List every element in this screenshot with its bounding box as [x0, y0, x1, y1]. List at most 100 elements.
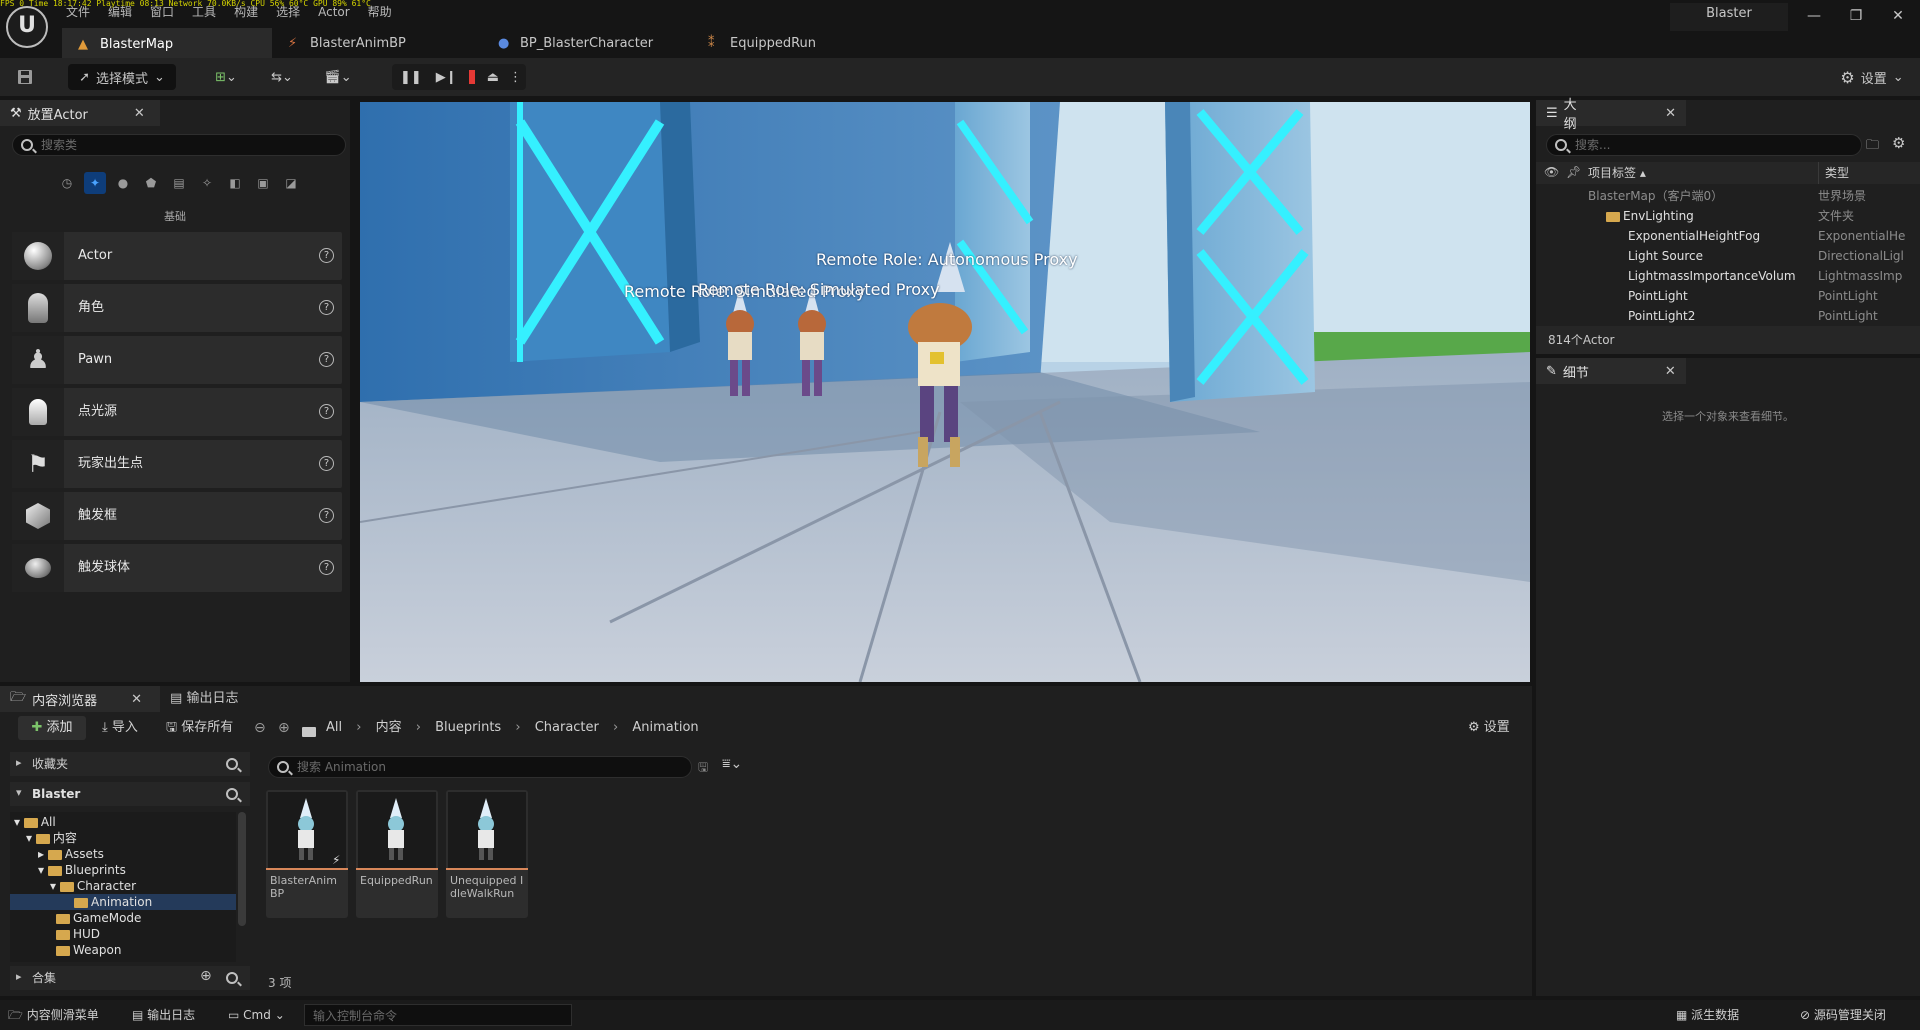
help-icon[interactable]: ? [319, 248, 334, 263]
console-input[interactable]: 输入控制台命令 [304, 1004, 572, 1026]
actor-item-player-start[interactable]: ⚑ 玩家出生点 ? [12, 440, 342, 488]
tree-gamemode[interactable]: GameMode [56, 910, 141, 926]
geometry-icon[interactable]: ◧ [224, 172, 246, 194]
asset-search-input[interactable]: 搜索 Animation [268, 756, 692, 778]
tree-assets[interactable]: ▸ Assets [38, 846, 104, 862]
derived-data-button[interactable]: ▦ 派生数据 [1676, 1004, 1739, 1026]
close-icon[interactable]: ✕ [131, 692, 142, 707]
outliner-row[interactable]: PointLight2 PointLight [1536, 306, 1920, 326]
visual-effects-icon[interactable]: ✧ [196, 172, 218, 194]
help-icon[interactable]: ? [319, 560, 334, 575]
class-search-input[interactable]: 搜索类 [12, 134, 346, 156]
tree-animation[interactable]: Animation [10, 894, 236, 910]
tab-outliner[interactable]: ☰ 大纲 ✕ [1536, 98, 1686, 132]
menu-tools[interactable]: 工具 [192, 4, 216, 20]
tree-weapon[interactable]: Weapon [56, 942, 121, 958]
settings-button[interactable]: ⚙ 设置 ⌄ [1832, 64, 1912, 90]
outliner-row[interactable]: Light Source DirectionalLigl [1536, 246, 1920, 266]
tree-scrollbar[interactable] [238, 812, 246, 926]
close-icon[interactable]: ✕ [1665, 106, 1676, 121]
tree-content[interactable]: ▾ 内容 [26, 830, 77, 846]
minimize-icon[interactable]: — [1794, 4, 1834, 28]
tab-bp-blastercharacter[interactable]: ● BP_BlasterCharacter [482, 28, 692, 58]
tab-details[interactable]: ✎ 细节 ✕ [1536, 358, 1686, 384]
help-icon[interactable]: ? [319, 404, 334, 419]
back-icon[interactable]: ⊖ [254, 718, 266, 738]
close-window-icon[interactable]: ✕ [1878, 4, 1918, 28]
column-type[interactable]: 类型 [1818, 162, 1849, 184]
restore-icon[interactable]: ❐ [1836, 4, 1876, 28]
collections-section[interactable]: ▸ 合集 ⊕ [10, 966, 250, 990]
menu-actor[interactable]: Actor [318, 4, 350, 20]
shapes-icon[interactable]: ⬟ [140, 172, 162, 194]
actor-item-pawn[interactable]: ♟ Pawn ? [12, 336, 342, 384]
add-folder-icon[interactable]: 🗀 [1866, 136, 1879, 158]
stop-icon[interactable] [468, 70, 475, 84]
pause-icon[interactable]: ❚❚ [400, 70, 422, 85]
menu-help[interactable]: 帮助 [368, 4, 392, 20]
outliner-row[interactable]: ExponentialHeightFog ExponentialHe [1536, 226, 1920, 246]
tree-character[interactable]: ▾ Character [50, 878, 136, 894]
menu-build[interactable]: 构建 [234, 4, 258, 20]
column-label[interactable]: 项目标签 ▴ [1588, 162, 1646, 184]
tab-place-actor[interactable]: ⚒ 放置Actor ✕ [0, 100, 160, 126]
tab-blastermap[interactable]: ▲ BlasterMap [62, 28, 272, 58]
import-button[interactable]: ⤓ 导入 [102, 718, 138, 738]
actor-item-trigger-box[interactable]: 触发框 ? [12, 492, 342, 540]
more-options-icon[interactable]: ⋮ [509, 70, 522, 85]
breadcrumb-animation[interactable]: Animation [632, 720, 698, 735]
outliner-row[interactable]: PointLight PointLight [1536, 286, 1920, 306]
asset-tile[interactable]: ⚡ BlasterAnim BP [266, 790, 348, 918]
menu-edit[interactable]: 编辑 [108, 4, 132, 20]
source-control-button[interactable]: ⊘ 源码管理关闭 [1800, 1004, 1886, 1026]
help-icon[interactable]: ? [319, 352, 334, 367]
favorites-section[interactable]: ▸ 收藏夹 [10, 752, 250, 776]
add-collection-icon[interactable]: ⊕ [200, 968, 212, 984]
level-viewport[interactable]: Remote Role: Autonomous Proxy Remote Rol… [360, 102, 1530, 682]
tree-all[interactable]: ▾ All [14, 814, 56, 830]
breadcrumb-all[interactable]: All [326, 720, 342, 735]
actor-item-point-light[interactable]: 点光源 ? [12, 388, 342, 436]
tab-blasteranimbp[interactable]: ⚡ BlasterAnimBP [272, 28, 482, 58]
outliner-search-input[interactable]: 搜索... [1546, 134, 1862, 156]
eject-icon[interactable]: ⏏ [487, 70, 499, 85]
breadcrumb-blueprints[interactable]: Blueprints [435, 720, 501, 735]
pin-icon[interactable]: 📌︎ [1566, 165, 1581, 179]
project-section[interactable]: ▾ Blaster [10, 782, 250, 806]
menu-file[interactable]: 文件 [66, 4, 90, 20]
frame-skip-icon[interactable]: ▶❙ [436, 70, 457, 85]
forward-icon[interactable]: ⊕ [278, 718, 290, 738]
add-content-button[interactable]: ⊞ ⌄ [206, 64, 246, 90]
actor-item-trigger-sphere[interactable]: 触发球体 ? [12, 544, 342, 592]
close-icon[interactable]: ✕ [1665, 364, 1676, 379]
select-mode-button[interactable]: ➚ 选择模式 ⌄ [68, 64, 176, 90]
all-classes-icon[interactable]: ◪ [280, 172, 302, 194]
visibility-icon[interactable]: 👁︎ [1544, 165, 1559, 179]
cinematics-button[interactable]: 🎬︎ ⌄ [318, 64, 358, 90]
filter-icon[interactable]: ⩸⌄ [722, 756, 742, 772]
outliner-row[interactable]: LightmassImportanceVolum LightmassImp [1536, 266, 1920, 286]
breadcrumb-content[interactable]: 内容 [376, 720, 402, 735]
outliner-row[interactable]: EnvLighting 文件夹 [1536, 206, 1920, 226]
menu-window[interactable]: 窗口 [150, 4, 174, 20]
save-all-button[interactable]: 🖫︎ 保存所有 [166, 718, 233, 738]
blueprint-menu-button[interactable]: ⇆ ⌄ [262, 64, 302, 90]
tree-hud[interactable]: HUD [56, 926, 100, 942]
actor-item-character[interactable]: 角色 ? [12, 284, 342, 332]
save-search-icon[interactable]: 🖫︎ [698, 758, 708, 779]
outliner-row[interactable]: BlasterMap（客户端0） 世界场景 [1536, 186, 1920, 206]
volumes-icon[interactable]: ▣ [252, 172, 274, 194]
gear-icon[interactable]: ⚙ [1892, 134, 1905, 152]
cmd-dropdown[interactable]: ▭ Cmd ⌄ [228, 1004, 285, 1026]
help-icon[interactable]: ? [319, 508, 334, 523]
tab-output-log[interactable]: ▤ 输出日志 [170, 686, 238, 712]
menu-select[interactable]: 选择 [276, 4, 300, 20]
help-icon[interactable]: ? [319, 456, 334, 471]
recent-icon[interactable]: ◷ [56, 172, 78, 194]
cb-settings-button[interactable]: ⚙ 设置 [1468, 718, 1510, 738]
cinematic-icon[interactable]: ▤ [168, 172, 190, 194]
help-icon[interactable]: ? [319, 300, 334, 315]
breadcrumb-character[interactable]: Character [535, 720, 599, 735]
add-button[interactable]: ✚ 添加 [18, 716, 86, 740]
actor-item-actor[interactable]: Actor ? [12, 232, 342, 280]
